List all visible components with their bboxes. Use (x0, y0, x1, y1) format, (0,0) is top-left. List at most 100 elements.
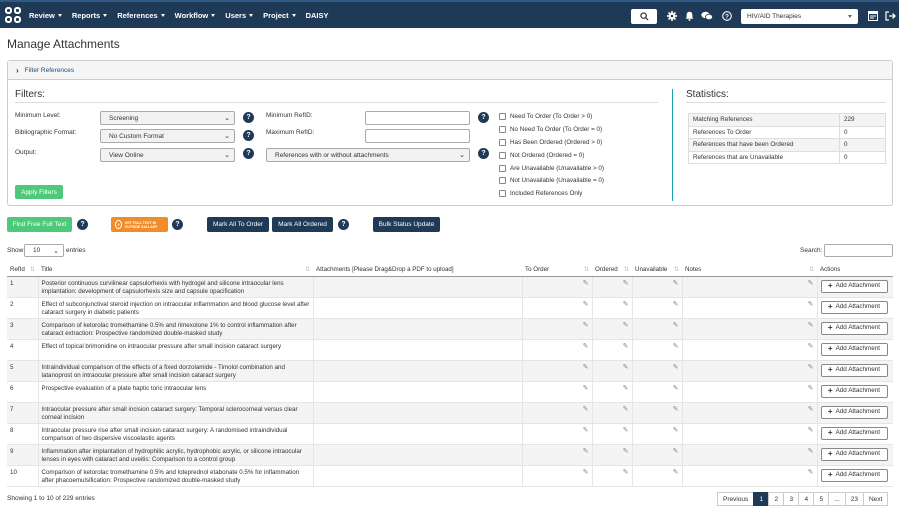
page-link[interactable]: ... (828, 492, 846, 506)
to-order-cell[interactable]: ✎ (521, 423, 592, 445)
edit-icon[interactable]: ✎ (583, 406, 589, 414)
edit-icon[interactable]: ✎ (623, 448, 629, 456)
edit-icon[interactable]: ✎ (623, 322, 629, 330)
notes-cell[interactable]: ✎ (681, 318, 817, 340)
edit-icon[interactable]: ✎ (623, 364, 629, 372)
to-order-cell[interactable]: ✎ (521, 465, 592, 487)
unavailable-cell[interactable]: ✎ (631, 339, 682, 361)
edit-icon[interactable]: ✎ (583, 343, 589, 351)
edit-icon[interactable]: ✎ (808, 343, 814, 351)
table-search-input[interactable] (824, 244, 893, 257)
edit-icon[interactable]: ✎ (673, 301, 679, 309)
add-attachment-button[interactable]: + Add Attachment (820, 342, 888, 356)
edit-icon[interactable]: ✎ (673, 469, 679, 477)
col-header-to-order[interactable]: To Order ⇅ (522, 264, 592, 277)
nav-review[interactable]: Review (29, 11, 62, 20)
col-header-ordered[interactable]: Ordered ⇅ (592, 264, 632, 277)
to-order-cell[interactable]: ✎ (521, 360, 592, 382)
nav-project[interactable]: Project (263, 11, 296, 20)
get-full-text-badge[interactable]: ◑ GET FULL TEXT IN OUTSIDE SALLARY (111, 217, 168, 232)
edit-icon[interactable]: ✎ (673, 427, 679, 435)
edit-icon[interactable]: ✎ (808, 322, 814, 330)
page-link[interactable]: 5 (813, 492, 830, 506)
nav-workflow[interactable]: Workflow (175, 11, 216, 20)
checkbox-not-ordered[interactable]: Not Ordered (Ordered = 0) (499, 152, 584, 159)
to-order-cell[interactable]: ✎ (521, 297, 592, 319)
add-attachment-button[interactable]: + Add Attachment (820, 447, 888, 461)
help-circle-icon[interactable]: ? (721, 10, 733, 22)
col-header-title[interactable]: Title ⇅ (38, 264, 313, 277)
app-logo-icon[interactable] (5, 7, 21, 23)
edit-icon[interactable]: ✎ (808, 469, 814, 477)
to-order-cell[interactable]: ✎ (521, 276, 592, 298)
edit-icon[interactable]: ✎ (623, 469, 629, 477)
edit-icon[interactable]: ✎ (583, 322, 589, 330)
attachment-dropzone[interactable] (312, 402, 522, 424)
ordered-cell[interactable]: ✎ (591, 402, 632, 424)
notes-cell[interactable]: ✎ (681, 402, 817, 424)
checkbox-included-only[interactable]: Included References Only (499, 190, 582, 197)
to-order-cell[interactable]: ✎ (521, 444, 592, 466)
edit-icon[interactable]: ✎ (808, 301, 814, 309)
chat-icon[interactable] (701, 10, 713, 22)
edit-icon[interactable]: ✎ (673, 322, 679, 330)
edit-icon[interactable]: ✎ (583, 301, 589, 309)
edit-icon[interactable]: ✎ (623, 343, 629, 351)
attachment-dropzone[interactable] (312, 381, 522, 403)
edit-icon[interactable]: ✎ (673, 448, 679, 456)
notes-cell[interactable]: ✎ (681, 423, 817, 445)
unavailable-cell[interactable]: ✎ (631, 402, 682, 424)
notes-cell[interactable]: ✎ (681, 276, 817, 298)
page-link[interactable]: Next (862, 492, 889, 506)
gear-icon[interactable] (666, 10, 678, 22)
checkbox-no-need-to-order[interactable]: No Need To Order (To Order = 0) (499, 126, 602, 133)
ordered-cell[interactable]: ✎ (591, 339, 632, 361)
to-order-cell[interactable]: ✎ (521, 381, 592, 403)
ordered-cell[interactable]: ✎ (591, 423, 632, 445)
checkbox-not-unavailable[interactable]: Not Unavailable (Unavailable = 0) (499, 177, 604, 184)
add-attachment-button[interactable]: + Add Attachment (820, 426, 888, 440)
edit-icon[interactable]: ✎ (808, 448, 814, 456)
edit-icon[interactable]: ✎ (808, 385, 814, 393)
nav-users[interactable]: Users (225, 11, 254, 20)
to-order-cell[interactable]: ✎ (521, 318, 592, 340)
unavailable-cell[interactable]: ✎ (631, 444, 682, 466)
ordered-cell[interactable]: ✎ (591, 318, 632, 340)
unavailable-cell[interactable]: ✎ (631, 297, 682, 319)
attachment-dropzone[interactable] (312, 339, 522, 361)
checkbox-need-to-order[interactable]: Need To Order (To Order > 0) (499, 113, 592, 120)
unavailable-cell[interactable]: ✎ (631, 360, 682, 382)
help-icon[interactable]: ? (243, 130, 254, 141)
nav-reports[interactable]: Reports (72, 11, 108, 20)
col-header-notes[interactable]: Notes ⇅ (682, 264, 817, 277)
to-order-cell[interactable]: ✎ (521, 402, 592, 424)
notes-cell[interactable]: ✎ (681, 339, 817, 361)
entries-select[interactable]: 10 ⌄ (24, 244, 64, 257)
help-icon[interactable]: ? (77, 219, 88, 230)
add-attachment-button[interactable]: + Add Attachment (820, 363, 888, 377)
edit-icon[interactable]: ✎ (583, 469, 589, 477)
add-attachment-button[interactable]: + Add Attachment (820, 279, 888, 293)
help-icon[interactable]: ? (172, 219, 183, 230)
help-icon[interactable]: ? (478, 112, 489, 123)
page-link[interactable]: 4 (798, 492, 815, 506)
help-icon[interactable]: ? (243, 148, 254, 159)
bulk-status-update-button[interactable]: Bulk Status Update (373, 217, 440, 232)
page-link[interactable]: 1 (753, 492, 770, 506)
bib-format-select[interactable]: No Custom Format ⌄ (100, 129, 235, 143)
attachment-dropzone[interactable] (312, 297, 522, 319)
edit-icon[interactable]: ✎ (623, 280, 629, 288)
add-attachment-button[interactable]: + Add Attachment (820, 405, 888, 419)
edit-icon[interactable]: ✎ (673, 343, 679, 351)
find-free-full-text-button[interactable]: Find Free Full Text (7, 217, 72, 232)
notes-cell[interactable]: ✎ (681, 381, 817, 403)
ordered-cell[interactable]: ✎ (591, 360, 632, 382)
nav-references[interactable]: References (117, 11, 165, 20)
notes-cell[interactable]: ✎ (681, 465, 817, 487)
screen-icon[interactable] (867, 10, 879, 22)
attachment-dropzone[interactable] (312, 465, 522, 487)
add-attachment-button[interactable]: + Add Attachment (820, 321, 888, 335)
checkbox-has-been-ordered[interactable]: Has Been Ordered (Ordered > 0) (499, 139, 602, 146)
add-attachment-button[interactable]: + Add Attachment (820, 468, 888, 482)
notes-cell[interactable]: ✎ (681, 444, 817, 466)
